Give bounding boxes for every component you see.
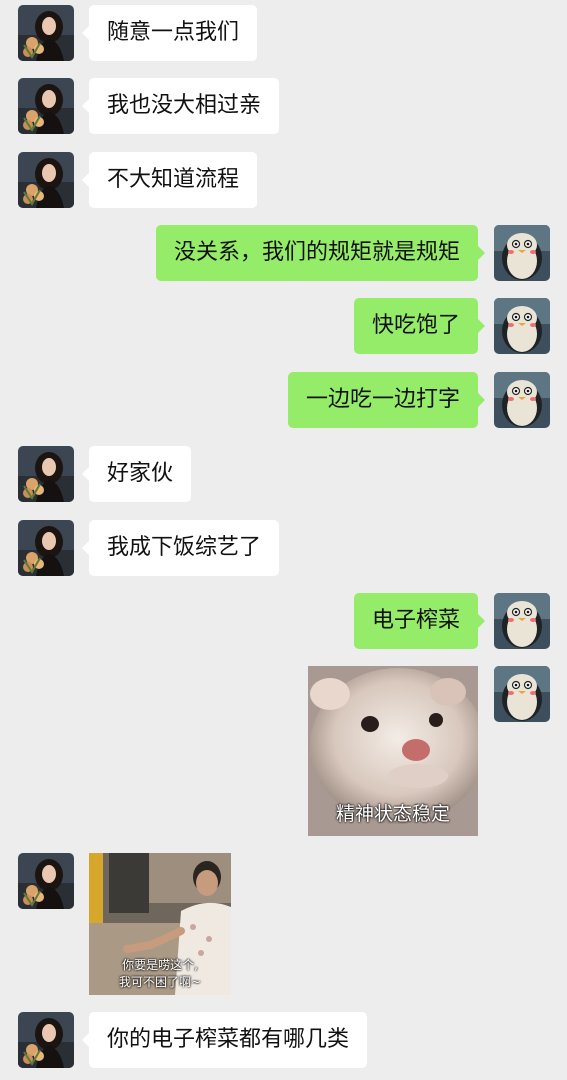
self-avatar[interactable] (494, 593, 550, 649)
contact-avatar[interactable] (18, 78, 74, 134)
penguin-avatar-icon (494, 666, 550, 722)
penguin-avatar-icon (494, 372, 550, 428)
incoming-message-bubble[interactable]: 好家伙 (81, 446, 192, 502)
woman-with-flowers-avatar-icon (18, 520, 74, 576)
sticker-caption-line1: 你要是唠这个, (122, 958, 198, 972)
self-avatar[interactable] (494, 666, 550, 722)
contact-avatar[interactable] (18, 1012, 74, 1068)
chat-window: 随意一点我们 我也没大相过亲 不大知道流程 没关系，我们的规矩就是规矩 快吃饱了… (0, 0, 567, 1080)
contact-avatar[interactable] (18, 5, 74, 61)
sticker-caption: 精神状态稳定 (335, 803, 450, 825)
outgoing-message-bubble[interactable]: 没关系，我们的规矩就是规矩 (155, 225, 486, 281)
incoming-message-bubble[interactable]: 你的电子榨菜都有哪几类 (81, 1012, 368, 1068)
woman-with-flowers-avatar-icon (18, 853, 74, 909)
sticker-caption-line2: 我可不困了啊~ (118, 975, 202, 989)
woman-with-flowers-avatar-icon (18, 5, 74, 61)
outgoing-message-bubble[interactable]: 电子榨菜 (353, 593, 486, 649)
outgoing-message-bubble[interactable]: 一边吃一边打字 (287, 372, 486, 428)
penguin-avatar-icon (494, 225, 550, 281)
incoming-message-bubble[interactable]: 随意一点我们 (81, 5, 258, 61)
incoming-message-bubble[interactable]: 不大知道流程 (81, 152, 258, 208)
hamster-sticker-image[interactable]: 精神状态稳定 (308, 666, 478, 836)
contact-avatar[interactable] (18, 520, 74, 576)
woman-with-flowers-avatar-icon (18, 78, 74, 134)
incoming-message-bubble[interactable]: 我成下饭综艺了 (81, 520, 280, 576)
contact-avatar[interactable] (18, 446, 74, 502)
contact-avatar[interactable] (18, 152, 74, 208)
man-meme-sticker-image[interactable]: 你要是唠这个, 我可不困了啊~ (89, 853, 231, 995)
self-avatar[interactable] (494, 298, 550, 354)
self-avatar[interactable] (494, 225, 550, 281)
woman-with-flowers-avatar-icon (18, 446, 74, 502)
woman-with-flowers-avatar-icon (18, 152, 74, 208)
woman-with-flowers-avatar-icon (18, 1012, 74, 1068)
penguin-avatar-icon (494, 593, 550, 649)
incoming-message-bubble[interactable]: 我也没大相过亲 (81, 78, 280, 134)
self-avatar[interactable] (494, 372, 550, 428)
contact-avatar[interactable] (18, 853, 74, 909)
penguin-avatar-icon (494, 298, 550, 354)
outgoing-message-bubble[interactable]: 快吃饱了 (353, 298, 486, 354)
